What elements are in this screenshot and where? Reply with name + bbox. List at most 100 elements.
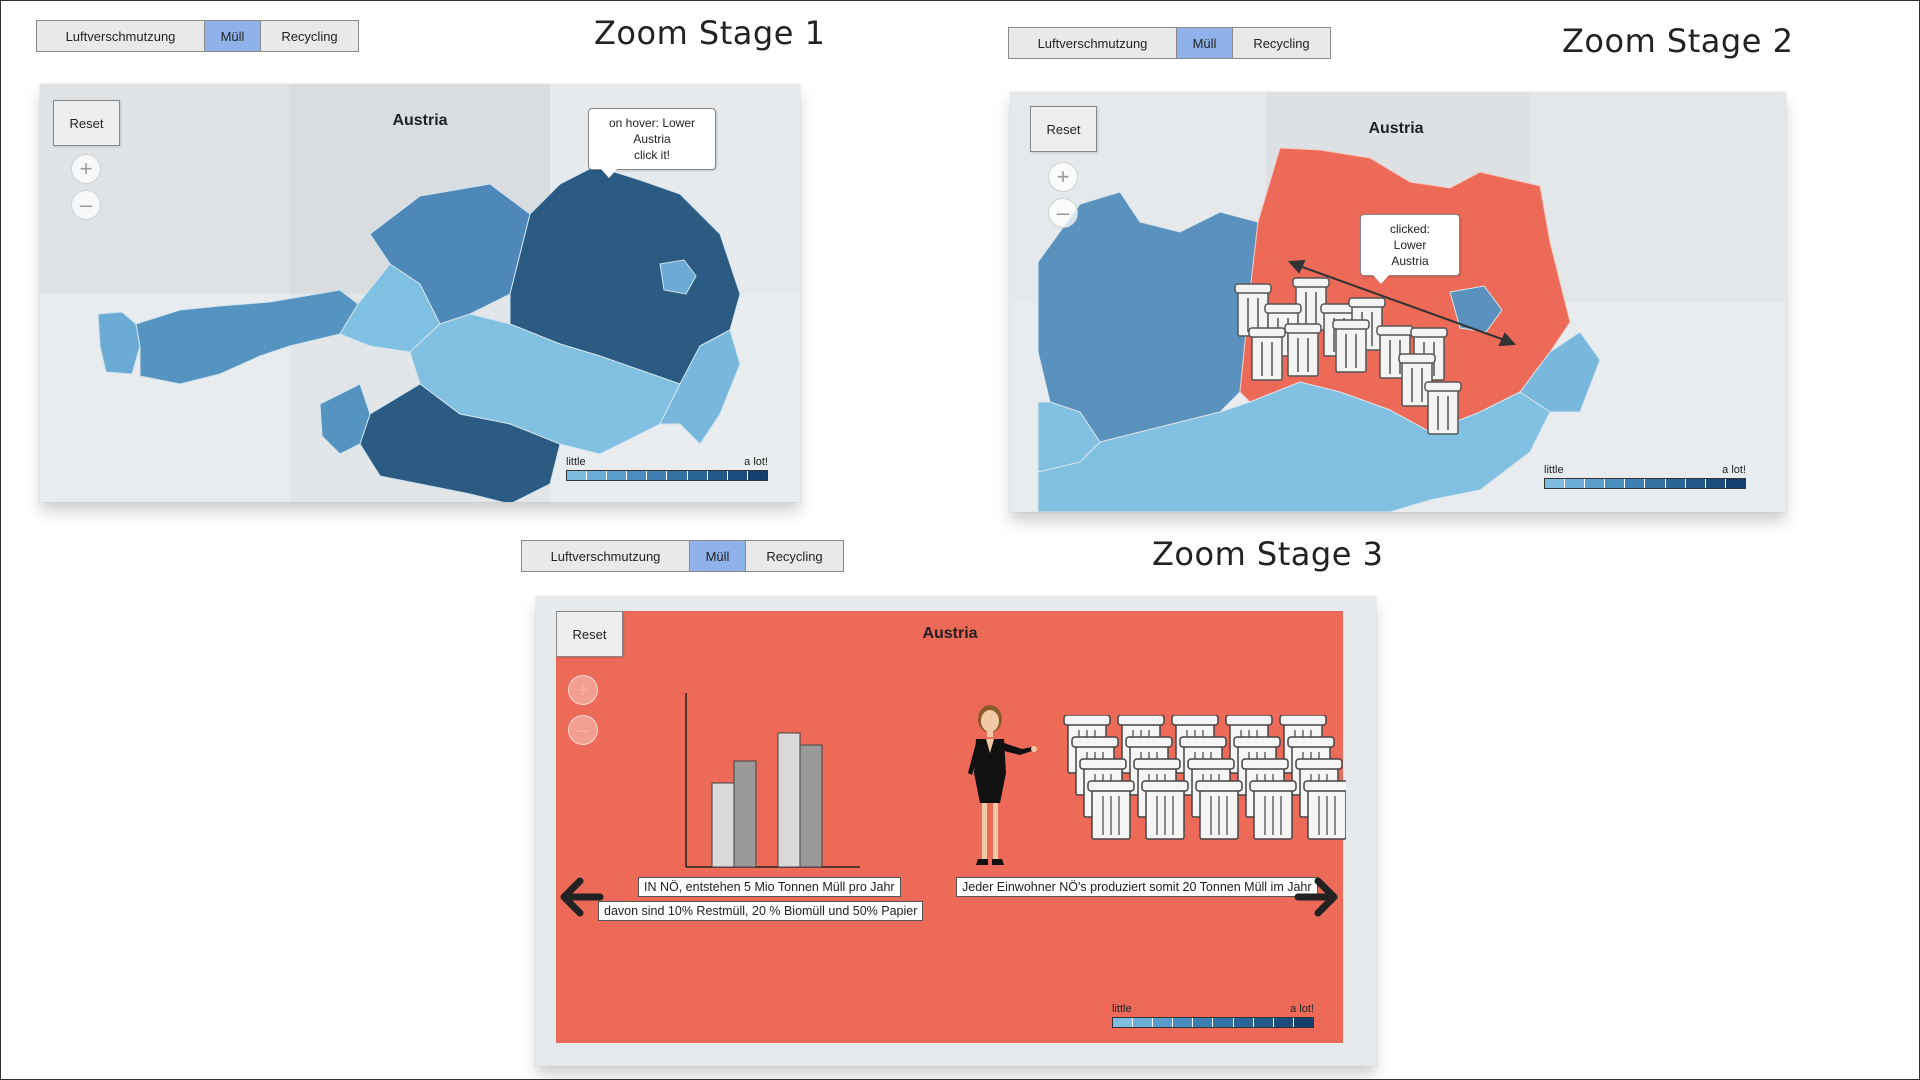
legend-low-label: little	[1112, 1003, 1132, 1015]
tab-luftverschmutzung[interactable]: Luftverschmutzung	[1009, 28, 1177, 58]
tooltip-line: Austria	[633, 132, 671, 146]
legend-swatch	[667, 471, 688, 480]
legend-swatch	[647, 471, 668, 480]
tooltip-line: Austria	[1391, 254, 1429, 268]
legend-swatch	[1193, 1018, 1214, 1027]
legend-scale	[1112, 1017, 1314, 1028]
category-tabs: Luftverschmutzung Müll Recycling	[36, 20, 359, 52]
legend-swatch	[1565, 479, 1586, 488]
waste-bin-icon	[1195, 780, 1243, 840]
chart-bar	[777, 732, 801, 868]
hover-tooltip: on hover: Lower Austria click it!	[588, 108, 716, 178]
austria-map-zoomed	[1037, 147, 1601, 512]
tab-luftverschmutzung[interactable]: Luftverschmutzung	[37, 21, 205, 51]
caption-waste-composition: davon sind 10% Restmüll, 20 % Biomüll un…	[598, 901, 924, 921]
legend-swatch	[1253, 1018, 1274, 1027]
legend-swatch	[1605, 479, 1626, 488]
category-tabs: Luftverschmutzung Müll Recycling	[521, 540, 844, 572]
legend-low-label: little	[1544, 464, 1564, 476]
chart-bar	[799, 744, 823, 868]
legend-swatch	[1173, 1018, 1194, 1027]
legend-swatch	[1133, 1018, 1154, 1027]
tooltip-line: clicked:	[1389, 222, 1430, 236]
tab-recycling[interactable]: Recycling	[261, 21, 358, 51]
stage-title: Zoom Stage 1	[594, 14, 826, 52]
legend-swatch	[1685, 479, 1706, 488]
legend-swatch	[587, 471, 608, 480]
chart-bar	[733, 760, 757, 868]
region-upper-austria	[1037, 191, 1259, 443]
legend-swatch	[707, 471, 728, 480]
chart-bar	[711, 782, 735, 868]
arrow-left-icon	[560, 877, 604, 917]
map-title: Austria	[922, 625, 978, 642]
legend-swatch	[1545, 479, 1566, 488]
legend-swatch	[687, 471, 708, 480]
legend-swatch	[1645, 479, 1666, 488]
map-panel: Austria Reset + – clicked: Lower Austria…	[1010, 92, 1786, 512]
reset-button[interactable]: Reset	[53, 100, 120, 146]
tooltip-line: click it!	[634, 148, 670, 162]
legend-swatch	[567, 471, 588, 480]
category-tabs: Luftverschmutzung Müll Recycling	[1008, 27, 1331, 59]
waste-bin-icon	[1087, 780, 1135, 840]
zoom-in-button[interactable]: +	[568, 675, 598, 705]
tab-recycling[interactable]: Recycling	[1233, 28, 1330, 58]
legend-swatch	[1293, 1018, 1313, 1027]
next-arrow-button[interactable]	[1294, 873, 1338, 923]
legend-swatch	[627, 471, 648, 480]
waste-bar-chart	[685, 693, 860, 868]
waste-bin-icon	[1303, 780, 1346, 840]
legend-swatch	[1113, 1018, 1134, 1027]
region-vorarlberg	[97, 311, 141, 375]
legend-swatch	[1665, 479, 1686, 488]
waste-bins	[1063, 715, 1346, 840]
map-title: Austria	[1368, 120, 1424, 137]
tab-muell[interactable]: Müll	[1177, 28, 1233, 58]
legend-swatch	[1153, 1018, 1174, 1027]
legend-scale	[566, 470, 768, 481]
previous-arrow-button[interactable]	[560, 873, 604, 923]
tab-muell[interactable]: Müll	[205, 21, 261, 51]
legend: little a lot!	[1112, 1003, 1314, 1028]
map-panel: Austria Reset + – on hover: Lower Austri…	[40, 84, 800, 502]
tab-muell[interactable]: Müll	[690, 541, 746, 571]
legend-swatch	[1625, 479, 1646, 488]
zoom-out-button[interactable]: –	[71, 190, 101, 220]
legend-high-label: a lot!	[744, 456, 768, 468]
legend-swatch	[1585, 479, 1606, 488]
map-title: Austria	[392, 112, 448, 129]
caption-total-waste: IN NÖ, entstehen 5 Mio Tonnen Müll pro J…	[638, 877, 901, 897]
tab-luftverschmutzung[interactable]: Luftverschmutzung	[522, 541, 690, 571]
reset-button[interactable]: Reset	[556, 611, 623, 657]
legend-swatch	[607, 471, 628, 480]
legend-low-label: little	[566, 456, 586, 468]
legend-high-label: a lot!	[1290, 1003, 1314, 1015]
stage-title: Zoom Stage 2	[1562, 22, 1794, 60]
legend-scale	[1544, 478, 1746, 489]
legend: little a lot!	[1544, 464, 1746, 489]
legend-swatch	[1273, 1018, 1294, 1027]
zoom-in-button[interactable]: +	[71, 154, 101, 184]
legend-swatch	[727, 471, 748, 480]
legend-high-label: a lot!	[1722, 464, 1746, 476]
legend-swatch	[1233, 1018, 1254, 1027]
tab-recycling[interactable]: Recycling	[746, 541, 843, 571]
zoom-out-button[interactable]: –	[568, 715, 598, 745]
caption-per-capita: Jeder Einwohner NÖ's produziert somit 20…	[956, 877, 1318, 897]
presenter-illustration	[968, 705, 1037, 865]
stage-title: Zoom Stage 3	[1152, 535, 1384, 573]
zoom-out-button[interactable]: –	[1048, 198, 1078, 228]
legend-swatch	[1213, 1018, 1234, 1027]
waste-bin-icon	[1249, 780, 1297, 840]
legend-swatch	[1725, 479, 1745, 488]
legend: little a lot!	[566, 456, 768, 481]
waste-bin-icon	[1141, 780, 1189, 840]
reset-button[interactable]: Reset	[1030, 106, 1097, 152]
legend-swatch	[1705, 479, 1726, 488]
tooltip-line: on hover: Lower	[608, 116, 696, 130]
zoom-in-button[interactable]: +	[1048, 162, 1078, 192]
region-tyrol	[135, 289, 359, 385]
arrow-right-icon	[1294, 877, 1338, 917]
tooltip-line: Lower	[1393, 238, 1427, 252]
